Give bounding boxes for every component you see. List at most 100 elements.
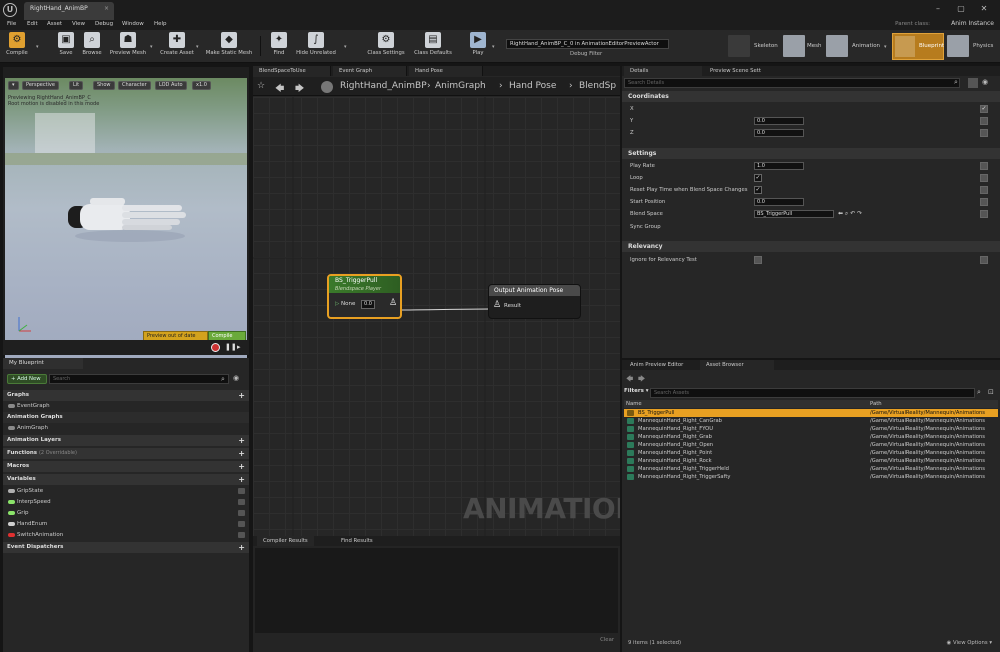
- add-function-icon[interactable]: +: [238, 448, 245, 459]
- show-button[interactable]: Show: [93, 81, 115, 90]
- visibility-eye-icon[interactable]: [238, 488, 245, 494]
- asset-row[interactable]: MannequinHand_Right_Grab/Game/VirtualRea…: [624, 433, 998, 441]
- create-asset-dropdown-icon[interactable]: ▾: [196, 44, 199, 50]
- compile-button[interactable]: ⚙ Compile: [4, 32, 30, 62]
- viewport-options-icon[interactable]: ▾: [8, 81, 19, 90]
- variable-item[interactable]: Grip: [3, 508, 249, 518]
- pose-input-pin-icon[interactable]: ♙: [493, 300, 501, 310]
- history-back-icon[interactable]: 🡄: [626, 375, 633, 386]
- character-button[interactable]: Character: [118, 81, 151, 90]
- z-input[interactable]: 0.0: [754, 129, 804, 137]
- close-icon[interactable]: ×: [104, 5, 109, 12]
- visibility-eye-icon[interactable]: [238, 510, 245, 516]
- mode-blueprint[interactable]: Blueprint: [892, 33, 944, 60]
- forward-arrow-icon[interactable]: 🡆: [295, 81, 304, 97]
- view-options-button[interactable]: ◉ View Options ▾: [947, 640, 992, 646]
- expose-pin-checkbox[interactable]: [980, 186, 988, 194]
- category-graphs[interactable]: Graphs +: [3, 390, 249, 401]
- ignore-relevancy-checkbox[interactable]: [754, 256, 762, 264]
- hide-unrelated-button[interactable]: ∫ Hide Unrelated: [294, 32, 338, 62]
- section-coordinates[interactable]: Coordinates: [622, 91, 1000, 102]
- tab-blendspacetouse[interactable]: BlendSpaceToUse: [253, 66, 331, 76]
- add-macro-icon[interactable]: +: [238, 461, 245, 472]
- node-value-field[interactable]: 0.0: [361, 300, 375, 309]
- asset-row[interactable]: MannequinHand_Right_TriggerHeld/Game/Vir…: [624, 465, 998, 473]
- class-defaults-button[interactable]: ▤ Class Defaults: [412, 32, 454, 62]
- asset-row[interactable]: MannequinHand_Right_FYOU/Game/VirtualRea…: [624, 425, 998, 433]
- tab-compiler-results[interactable]: Compiler Results: [257, 536, 314, 546]
- reset-play-time-checkbox[interactable]: ✓: [754, 186, 762, 194]
- menu-edit[interactable]: Edit: [27, 21, 38, 27]
- make-static-mesh-button[interactable]: ◆ Make Static Mesh: [204, 32, 254, 62]
- minimize-icon[interactable]: –: [930, 3, 946, 15]
- add-layer-icon[interactable]: +: [238, 435, 245, 446]
- loop-checkbox[interactable]: ✓: [754, 174, 762, 182]
- variable-item[interactable]: HandEnum: [3, 519, 249, 529]
- tab-find-results[interactable]: Find Results: [335, 536, 379, 546]
- breadcrumb-item[interactable]: BlendSp: [579, 81, 616, 91]
- menu-window[interactable]: Window: [122, 21, 144, 27]
- use-selected-arrow-icon[interactable]: ⬅ ⌕ ↶ ↷: [838, 208, 862, 220]
- hide-unrelated-dropdown-icon[interactable]: ▾: [344, 44, 347, 50]
- visibility-eye-icon[interactable]: ◉: [233, 374, 239, 382]
- pause-icon[interactable]: ❚❚: [225, 343, 237, 351]
- category-animation-layers[interactable]: Animation Layers +: [3, 435, 249, 446]
- section-settings[interactable]: Settings: [622, 148, 1000, 159]
- graph-canvas[interactable]: BS_TriggerPull Blendspace Player ▷ None …: [253, 97, 620, 538]
- my-blueprint-tab[interactable]: My Blueprint: [3, 358, 83, 369]
- blueprint-search-input[interactable]: Search: [49, 374, 229, 384]
- category-functions[interactable]: Functions (2 Overridable) +: [3, 448, 249, 459]
- asset-row[interactable]: MannequinHand_Right_Rock/Game/VirtualRea…: [624, 457, 998, 465]
- graph-item-animgraph[interactable]: AnimGraph: [3, 423, 249, 433]
- tab-hand-pose[interactable]: Hand Pose: [409, 66, 483, 76]
- clear-button[interactable]: Clear: [600, 637, 614, 643]
- back-arrow-icon[interactable]: 🡄: [275, 81, 284, 97]
- record-icon[interactable]: [211, 343, 220, 352]
- document-tab[interactable]: RightHand_AnimBP ×: [24, 2, 114, 20]
- asset-row[interactable]: MannequinHand_Right_Open/Game/VirtualRea…: [624, 441, 998, 449]
- asset-row[interactable]: BS_TriggerPull/Game/VirtualReality/Manne…: [624, 409, 998, 417]
- create-asset-button[interactable]: ✚ Create Asset: [160, 32, 194, 62]
- visibility-eye-icon[interactable]: ◉: [982, 78, 988, 86]
- history-forward-icon[interactable]: 🡆: [638, 375, 645, 386]
- category-animation-graphs[interactable]: Animation Graphs: [3, 412, 249, 423]
- menu-help[interactable]: Help: [154, 21, 167, 27]
- find-button[interactable]: ✦ Find: [268, 32, 290, 62]
- category-variables[interactable]: Variables +: [3, 474, 249, 485]
- compile-dropdown-icon[interactable]: ▾: [36, 44, 39, 50]
- pose-output-pin-icon[interactable]: ♙: [389, 298, 397, 308]
- step-icon[interactable]: ▸: [237, 343, 241, 351]
- add-variable-icon[interactable]: +: [238, 474, 245, 485]
- breadcrumb-item[interactable]: RightHand_AnimBP: [340, 81, 427, 91]
- visibility-eye-icon[interactable]: [238, 521, 245, 527]
- preview-mesh-button[interactable]: ☗ Preview Mesh: [108, 32, 148, 62]
- menu-debug[interactable]: Debug: [95, 21, 113, 27]
- add-dispatcher-icon[interactable]: +: [238, 542, 245, 553]
- tab-details[interactable]: Details: [624, 66, 702, 76]
- category-event-dispatchers[interactable]: Event Dispatchers +: [3, 542, 249, 553]
- y-input[interactable]: 0.0: [754, 117, 804, 125]
- column-name[interactable]: Name: [626, 400, 642, 408]
- tab-preview-scene-settings[interactable]: Preview Scene Sett: [704, 66, 782, 76]
- expose-pin-checkbox[interactable]: [980, 174, 988, 182]
- asset-row[interactable]: MannequinHand_Right_Point/Game/VirtualRe…: [624, 449, 998, 457]
- blendspace-player-node[interactable]: BS_TriggerPull Blendspace Player ▷ None …: [327, 274, 402, 319]
- asset-search-input[interactable]: Search Assets: [650, 388, 975, 398]
- expose-pin-checkbox[interactable]: [980, 210, 988, 218]
- expose-pin-checkbox[interactable]: [980, 129, 988, 137]
- prop-sync-group[interactable]: Sync Group: [622, 221, 1000, 233]
- visibility-eye-icon[interactable]: [238, 499, 245, 505]
- category-macros[interactable]: Macros +: [3, 461, 249, 472]
- menu-file[interactable]: File: [7, 21, 16, 27]
- breadcrumb-item[interactable]: AnimGraph: [435, 81, 486, 91]
- asset-row[interactable]: MannequinHand_Right_CanGrab/Game/Virtual…: [624, 417, 998, 425]
- animation-dropdown-icon[interactable]: ▾: [884, 44, 887, 50]
- blend-space-select[interactable]: BS_TriggerPull: [754, 210, 834, 218]
- viewport-scene[interactable]: ▾ Perspective Lit Show Character LOD Aut…: [5, 78, 247, 368]
- breadcrumb-item[interactable]: Hand Pose: [509, 81, 556, 91]
- column-path[interactable]: Path: [870, 400, 882, 408]
- lit-button[interactable]: Lit: [69, 81, 84, 90]
- output-animation-pose-node[interactable]: Output Animation Pose ♙ Result: [488, 284, 581, 319]
- home-icon[interactable]: ☆: [257, 81, 265, 91]
- expose-pin-checkbox[interactable]: [980, 198, 988, 206]
